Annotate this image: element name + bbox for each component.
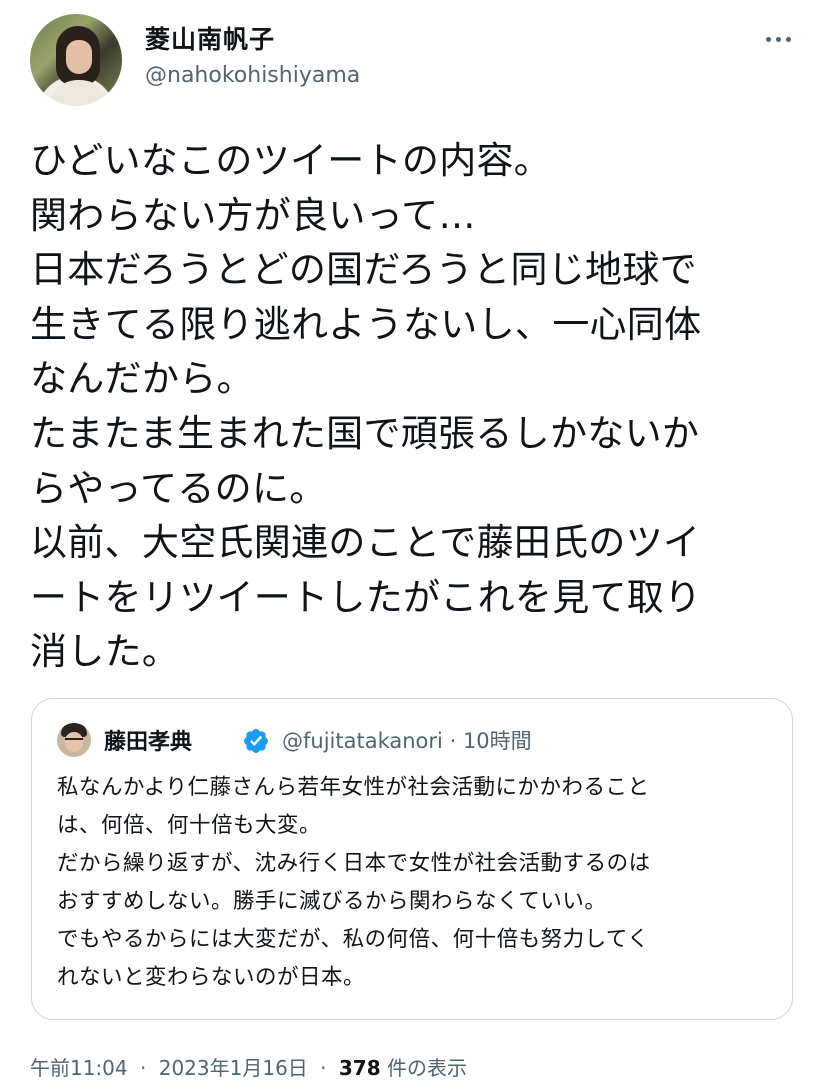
quoted-avatar-glasses xyxy=(65,738,83,742)
author-display-name[interactable]: 菱山南帆子 xyxy=(145,20,275,56)
tweet-text: ひどいなこのツイートの内容。 関わらない方が良いって… 日本だろうとどの国だろう… xyxy=(30,134,810,680)
author-avatar[interactable] xyxy=(30,14,122,106)
quoted-separator: · xyxy=(449,729,457,753)
quoted-text-line: は、何倍、何十倍も大変。 xyxy=(57,813,322,838)
tweet-text-line: らやってるのに。 xyxy=(30,466,327,510)
tweet-detail: 菱山南帆子 @nahokohishiyama ひどいなこのツイートの内容。 関わ… xyxy=(0,0,825,1092)
meta-separator: · xyxy=(320,1056,327,1080)
tweet-text-line: たまたま生まれた国で頑張るしかないか xyxy=(30,411,700,455)
tweet-text-line: 生きてる限り逃れようないし、一心同体 xyxy=(30,302,702,346)
quoted-text-line: おすすめしない。勝手に滅びるから関わらなくていい。 xyxy=(57,889,607,914)
tweet-text-line: 関わらない方が良いって… xyxy=(30,193,476,237)
more-dots-icon xyxy=(765,36,771,42)
views-label[interactable]: 件の表示 xyxy=(387,1056,467,1080)
quoted-author-avatar[interactable] xyxy=(57,723,91,757)
quoted-tweet-card[interactable]: 藤田孝典 @fujitatakanori · 10時間 私なんかより仁藤さんら若… xyxy=(31,698,793,1020)
tweet-text-line: 日本だろうとどの国だろうと同じ地球で xyxy=(30,248,697,292)
quoted-timestamp[interactable]: 10時間 xyxy=(463,729,532,753)
tweet-text-line: ートをリツイートしたがこれを見て取り xyxy=(30,575,702,619)
quoted-author-display-name[interactable]: 藤田孝典 xyxy=(104,724,192,756)
tweet-meta: 午前11:04 · 2023年1月16日 · 378 件の表示 xyxy=(30,1052,467,1081)
quoted-text-line: れないと変わらないのが日本。 xyxy=(57,965,366,990)
tweet-time[interactable]: 午前11:04 xyxy=(30,1056,128,1080)
tweet-date[interactable]: 2023年1月16日 xyxy=(159,1056,308,1080)
tweet-text-line: 以前、大空氏関連のことで藤田氏のツイ xyxy=(30,521,701,565)
quoted-author-handle[interactable]: @fujitatakanori xyxy=(282,729,443,753)
tweet-text-line: 消した。 xyxy=(30,630,180,674)
quoted-handle-time: @fujitatakanori · 10時間 xyxy=(282,725,532,755)
quoted-avatar-face xyxy=(65,732,83,752)
tweet-text-line: ひどいなこのツイートの内容。 xyxy=(30,139,552,182)
tweet-text-line: なんだから。 xyxy=(30,357,254,401)
quoted-text-line: でもやるからには大変だが、私の何倍、何十倍も努力してく xyxy=(57,927,650,952)
more-options-button[interactable] xyxy=(756,24,800,54)
views-count[interactable]: 378 xyxy=(339,1056,381,1080)
more-dots-icon xyxy=(785,36,791,42)
quoted-text-line: 私なんかより仁藤さんら若年女性が社会活動にかかわること xyxy=(57,775,650,800)
quoted-text-line: だから繰り返すが、沈み行く日本で女性が社会活動するのは xyxy=(57,851,651,876)
author-handle[interactable]: @nahokohishiyama xyxy=(145,63,360,88)
avatar-face xyxy=(66,40,92,74)
meta-separator: · xyxy=(140,1056,147,1080)
quoted-tweet-text: 私なんかより仁藤さんら若年女性が社会活動にかかわること は、何倍、何十倍も大変。… xyxy=(57,769,777,997)
more-dots-icon xyxy=(775,36,781,42)
avatar-shirt xyxy=(48,80,110,106)
verified-badge-icon xyxy=(244,729,268,753)
